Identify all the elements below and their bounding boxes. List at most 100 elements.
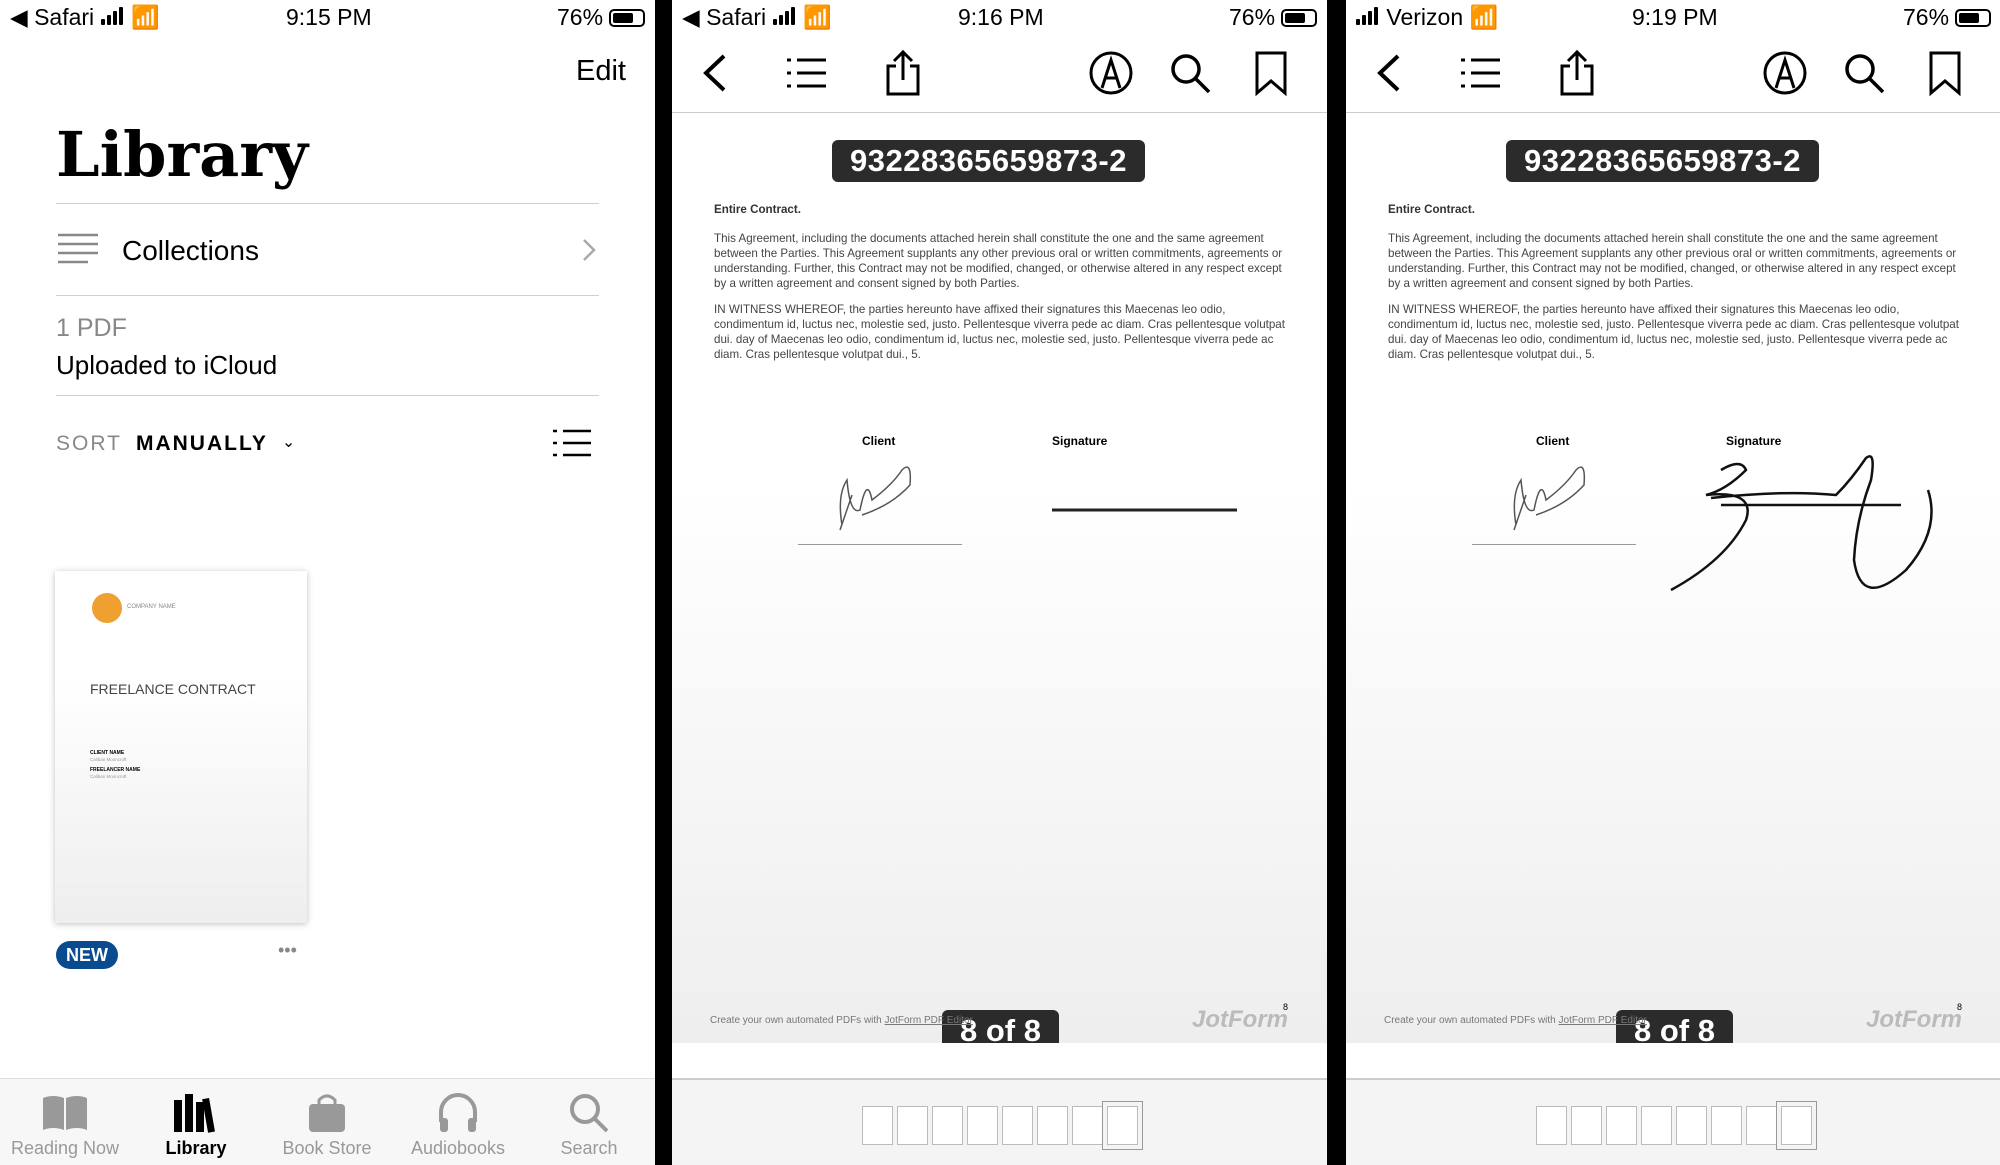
search-icon bbox=[1171, 54, 1211, 94]
share-icon bbox=[1560, 49, 1594, 96]
page-thumbnail[interactable] bbox=[1571, 1106, 1602, 1145]
collections-row[interactable]: Collections bbox=[56, 210, 599, 294]
footer-text: Create your own automated PDFs with JotF… bbox=[1384, 1015, 1647, 1026]
bag-icon bbox=[309, 1094, 345, 1132]
battery-icon bbox=[609, 9, 646, 27]
page-thumbnail[interactable] bbox=[862, 1106, 893, 1145]
paragraph: IN WITNESS WHEREOF, the parties hereunto… bbox=[714, 303, 1285, 361]
bookmark-icon bbox=[1255, 51, 1287, 97]
table-of-contents-button[interactable] bbox=[784, 50, 830, 96]
page-thumbnail[interactable] bbox=[932, 1106, 963, 1145]
page-title: Library bbox=[56, 118, 309, 191]
page-thumbnail[interactable] bbox=[1102, 1101, 1143, 1150]
chevron-right-icon bbox=[583, 239, 596, 261]
status-battery: 76% bbox=[1903, 4, 1992, 31]
footer-link[interactable]: JotForm PDF Editor bbox=[885, 1015, 973, 1026]
page-thumbnail[interactable] bbox=[1037, 1106, 1068, 1145]
tab-book-store[interactable]: Book Store bbox=[262, 1088, 392, 1159]
pdf-viewer-signed: 93228365659873-2 Entire Contract. This A… bbox=[1346, 0, 2000, 1165]
bookmark-button[interactable] bbox=[1922, 50, 1968, 97]
chevron-left-icon bbox=[1377, 54, 1400, 92]
page-number: 8 bbox=[1957, 1002, 1963, 1012]
document-id: 93228365659873-2 bbox=[1506, 140, 1819, 182]
battery-icon bbox=[1955, 9, 1992, 27]
page-thumbnail[interactable] bbox=[897, 1106, 928, 1145]
page-thumbnail[interactable] bbox=[1776, 1101, 1817, 1150]
company-name: COMPANY NAME bbox=[127, 604, 176, 610]
markup-pen-icon bbox=[1089, 51, 1133, 95]
share-button[interactable] bbox=[880, 49, 926, 96]
search-button[interactable] bbox=[1167, 50, 1213, 96]
markup-button[interactable] bbox=[1088, 50, 1134, 96]
signal-icon bbox=[772, 4, 797, 31]
list-icon bbox=[787, 58, 826, 88]
signal-icon bbox=[100, 4, 125, 31]
tab-label: Reading Now bbox=[10, 1138, 120, 1158]
client-label: Client bbox=[1536, 434, 1570, 448]
freelancer-label: FREELANCER NAME bbox=[90, 767, 141, 773]
page-thumbnail[interactable] bbox=[1746, 1106, 1777, 1145]
share-button[interactable] bbox=[1554, 49, 1600, 96]
tab-audiobooks[interactable]: Audiobooks bbox=[393, 1088, 523, 1159]
status-time: 9:15 PM bbox=[286, 4, 372, 30]
pdf-count: 1 PDF bbox=[56, 314, 127, 342]
company-logo bbox=[92, 593, 122, 623]
page-thumbnail[interactable] bbox=[1711, 1106, 1742, 1145]
status-time: 9:19 PM bbox=[1632, 4, 1718, 30]
tab-reading-now[interactable]: Reading Now bbox=[0, 1088, 130, 1159]
headphones-icon bbox=[439, 1093, 477, 1132]
tab-library[interactable]: Library bbox=[131, 1088, 261, 1159]
share-icon bbox=[886, 49, 920, 96]
book-open-icon bbox=[43, 1096, 87, 1130]
page-thumbnail[interactable] bbox=[1002, 1106, 1033, 1145]
more-button[interactable]: ••• bbox=[278, 940, 297, 961]
status-back[interactable]: ◀ Safari 📶 bbox=[10, 4, 160, 31]
wifi-icon: 📶 bbox=[130, 4, 160, 30]
tab-label: Library bbox=[165, 1138, 227, 1158]
page-number: 8 bbox=[1283, 1002, 1289, 1012]
page-thumbnail[interactable] bbox=[1072, 1106, 1103, 1145]
markup-pen-icon bbox=[1763, 51, 1807, 95]
back-button[interactable] bbox=[694, 50, 740, 96]
tab-label: Audiobooks bbox=[410, 1138, 506, 1158]
markup-button[interactable] bbox=[1762, 50, 1808, 96]
status-time: 9:16 PM bbox=[958, 4, 1044, 30]
status-back[interactable]: ◀ Safari 📶 bbox=[682, 4, 832, 31]
list-view-icon[interactable] bbox=[553, 428, 591, 458]
status-battery: 76% bbox=[557, 4, 646, 31]
chevron-down-icon: ⌄ bbox=[281, 434, 298, 451]
edit-button[interactable]: Edit bbox=[576, 55, 626, 88]
sort-value: MANUALLY bbox=[135, 432, 268, 455]
back-app-label: Safari bbox=[706, 4, 767, 30]
client-label: Client bbox=[862, 434, 896, 448]
thumbnails bbox=[862, 1101, 1143, 1150]
pdf-viewer-unsigned: 93228365659873-2 Entire Contract. This A… bbox=[672, 0, 1327, 1165]
sort-menu[interactable]: SORT MANUALLY ⌄ bbox=[56, 432, 297, 456]
page-thumbnail[interactable] bbox=[1676, 1106, 1707, 1145]
back-button[interactable] bbox=[1368, 50, 1414, 96]
table-of-contents-button[interactable] bbox=[1458, 50, 1504, 96]
document-id: 93228365659873-2 bbox=[832, 140, 1145, 182]
tab-label: Search bbox=[560, 1138, 618, 1158]
status-battery: 76% bbox=[1229, 4, 1318, 31]
signature-label: Signature bbox=[1052, 434, 1108, 448]
bookmark-button[interactable] bbox=[1248, 50, 1294, 97]
list-icon bbox=[1461, 58, 1500, 88]
books-library-screen: ◀ Safari 📶 9:15 PM 76% Edit Library Coll… bbox=[0, 0, 655, 1165]
list-icon bbox=[58, 233, 98, 264]
search-icon bbox=[570, 1094, 609, 1133]
tab-search[interactable]: Search bbox=[524, 1088, 654, 1159]
search-button[interactable] bbox=[1841, 50, 1887, 96]
page-thumbnail[interactable] bbox=[1641, 1106, 1672, 1145]
thumbnails bbox=[1536, 1101, 1817, 1150]
section-heading: Entire Contract. bbox=[1388, 203, 1475, 216]
page-thumbnail[interactable] bbox=[1606, 1106, 1637, 1145]
book-cover[interactable]: COMPANY NAME FREELANCE CONTRACT CLIENT N… bbox=[55, 571, 307, 923]
wifi-icon: 📶 bbox=[1469, 4, 1499, 30]
signer-signature bbox=[1670, 455, 1933, 592]
client-signature bbox=[839, 466, 912, 531]
client-label: CLIENT NAME bbox=[90, 750, 125, 756]
page-thumbnail[interactable] bbox=[967, 1106, 998, 1145]
page-thumbnail[interactable] bbox=[1536, 1106, 1567, 1145]
footer-link[interactable]: JotForm PDF Editor bbox=[1559, 1015, 1647, 1026]
